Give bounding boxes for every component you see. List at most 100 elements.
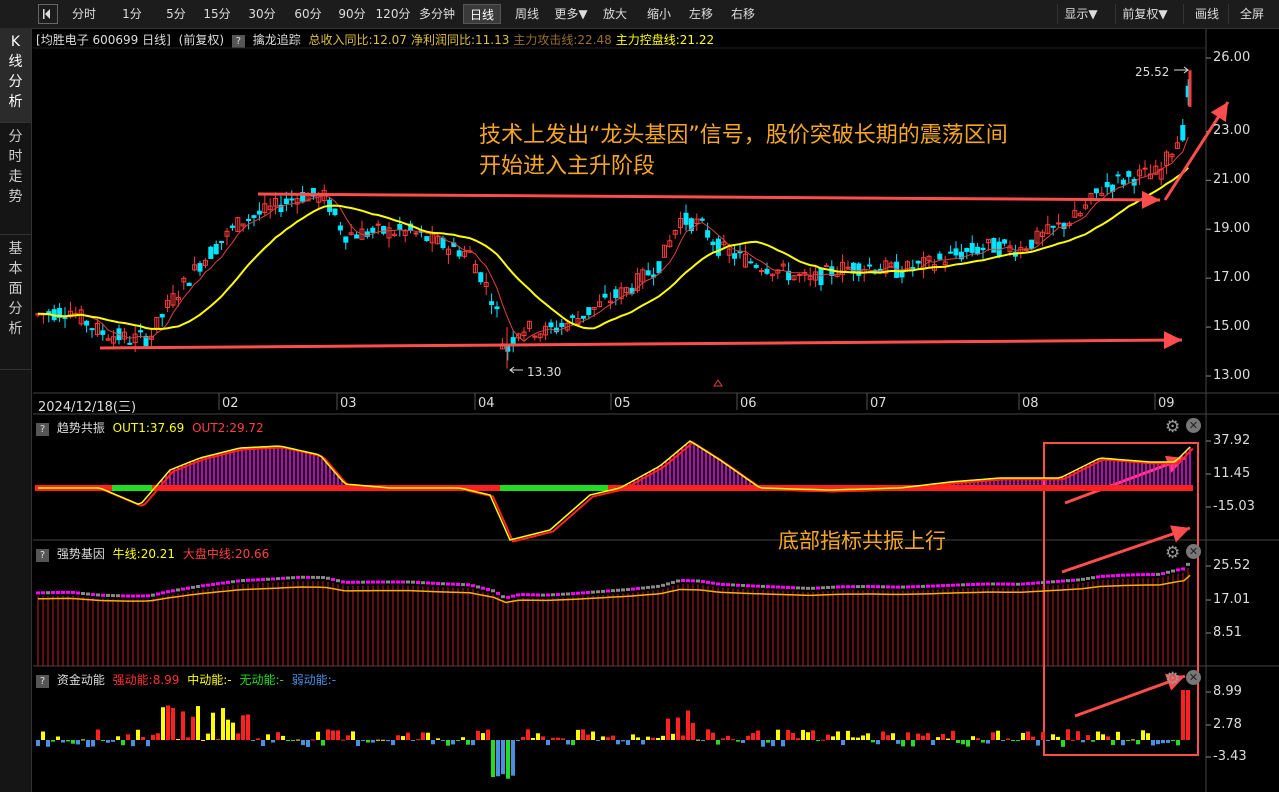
fund-bar <box>331 730 335 740</box>
fund-bar <box>541 736 545 740</box>
strength-dot <box>541 593 545 597</box>
gear-icon[interactable]: ⚙ <box>1165 543 1180 563</box>
candle-body <box>705 230 711 238</box>
strength-dot <box>636 587 640 591</box>
candle-body <box>559 322 565 328</box>
candle-body <box>489 301 495 305</box>
strength-dot <box>871 585 875 589</box>
strength-dot <box>1036 581 1040 585</box>
strength-dot <box>656 584 660 588</box>
strength-dot <box>66 590 70 594</box>
fund-bar <box>581 729 585 740</box>
fund-bar <box>636 737 640 740</box>
fund-bar <box>1096 731 1100 740</box>
strength-dot <box>151 593 155 597</box>
bull-line <box>37 574 1191 604</box>
fund-bar <box>161 707 165 740</box>
fund-bar <box>71 740 75 744</box>
help-icon[interactable]: ? <box>36 675 49 688</box>
strength-dot <box>1086 577 1090 580</box>
candle-body <box>764 268 770 274</box>
fund-bar <box>431 740 435 745</box>
fund-bar <box>526 729 530 740</box>
strength-dot <box>461 583 465 587</box>
help-icon[interactable]: ? <box>36 549 49 562</box>
fund-bar <box>1046 740 1050 741</box>
gear-icon[interactable]: ⚙ <box>1165 669 1180 689</box>
strength-dot <box>516 593 520 597</box>
fund-bar <box>531 737 535 740</box>
y-tick-label: 13.00 <box>1213 368 1251 383</box>
candle-body <box>975 246 981 255</box>
fund-bar <box>1041 732 1045 740</box>
strength-dot <box>501 595 505 599</box>
strength-dot <box>1101 574 1105 578</box>
fund-bar <box>836 731 840 740</box>
fund-bar <box>326 729 330 740</box>
fund-bar <box>1166 740 1170 743</box>
fund-bar <box>46 740 50 747</box>
strength-dot <box>776 585 780 589</box>
strength-dot <box>886 585 890 589</box>
fund-bar <box>561 738 565 740</box>
fund-bar <box>266 734 270 740</box>
fund-bar <box>891 733 895 740</box>
fund-bar <box>476 730 480 740</box>
fund-bar <box>856 737 860 740</box>
strength-dot <box>211 582 215 586</box>
fund-bar <box>201 739 205 741</box>
strength-dot <box>856 585 860 589</box>
candle-body <box>1180 125 1186 141</box>
fund-bar <box>511 740 515 776</box>
candle-body <box>699 218 705 221</box>
y-tick-label: 15.00 <box>1213 319 1251 335</box>
fund-bar <box>506 740 510 779</box>
strength-dot <box>906 585 910 589</box>
strength-dot <box>141 594 145 598</box>
strength-dot <box>321 576 325 580</box>
close-icon[interactable]: ✕ <box>1186 544 1201 559</box>
help-icon[interactable]: ? <box>36 423 49 436</box>
strength-dot <box>91 592 95 596</box>
strength-dot <box>941 584 945 588</box>
fund-bar <box>971 736 975 740</box>
y-tick-label: 26.00 <box>1213 50 1251 65</box>
fund-bar <box>286 740 290 741</box>
breakout-arrow-head <box>1210 102 1228 123</box>
strength-dot <box>486 588 490 592</box>
fund-bar <box>1021 732 1025 740</box>
strength-dot <box>551 593 555 597</box>
candle-body <box>229 225 235 228</box>
fund-bar <box>376 739 380 741</box>
fund-bar <box>1131 739 1135 741</box>
strength-dot <box>336 579 340 583</box>
candle-body <box>381 225 387 234</box>
strength-dot <box>646 585 650 589</box>
fund-bar <box>116 736 120 740</box>
candle-body <box>1120 179 1126 185</box>
strength-dot <box>566 592 570 596</box>
strength-dot <box>246 578 250 582</box>
fund-bar <box>691 722 695 740</box>
close-icon[interactable]: ✕ <box>1186 670 1201 685</box>
candle-body <box>937 253 943 260</box>
fund-bar <box>411 740 415 741</box>
month-label-04: 04 <box>478 396 495 411</box>
strength-dot <box>731 583 735 587</box>
strength-dot <box>351 580 355 584</box>
candle-body <box>580 315 586 319</box>
month-label-09: 09 <box>1158 396 1175 411</box>
strength-dot <box>586 591 590 595</box>
candle-body <box>1126 171 1132 177</box>
strength-dot <box>691 579 695 583</box>
candle-body <box>980 247 986 251</box>
strength-dot <box>881 585 885 589</box>
gear-icon[interactable]: ⚙ <box>1165 417 1180 437</box>
fund-bar <box>646 736 650 740</box>
strength-dot <box>1096 575 1100 579</box>
close-icon[interactable]: ✕ <box>1186 418 1201 433</box>
candle-body <box>796 273 802 276</box>
fund-bar <box>1086 735 1090 740</box>
candle-body <box>89 328 95 331</box>
candle-body <box>548 322 554 328</box>
